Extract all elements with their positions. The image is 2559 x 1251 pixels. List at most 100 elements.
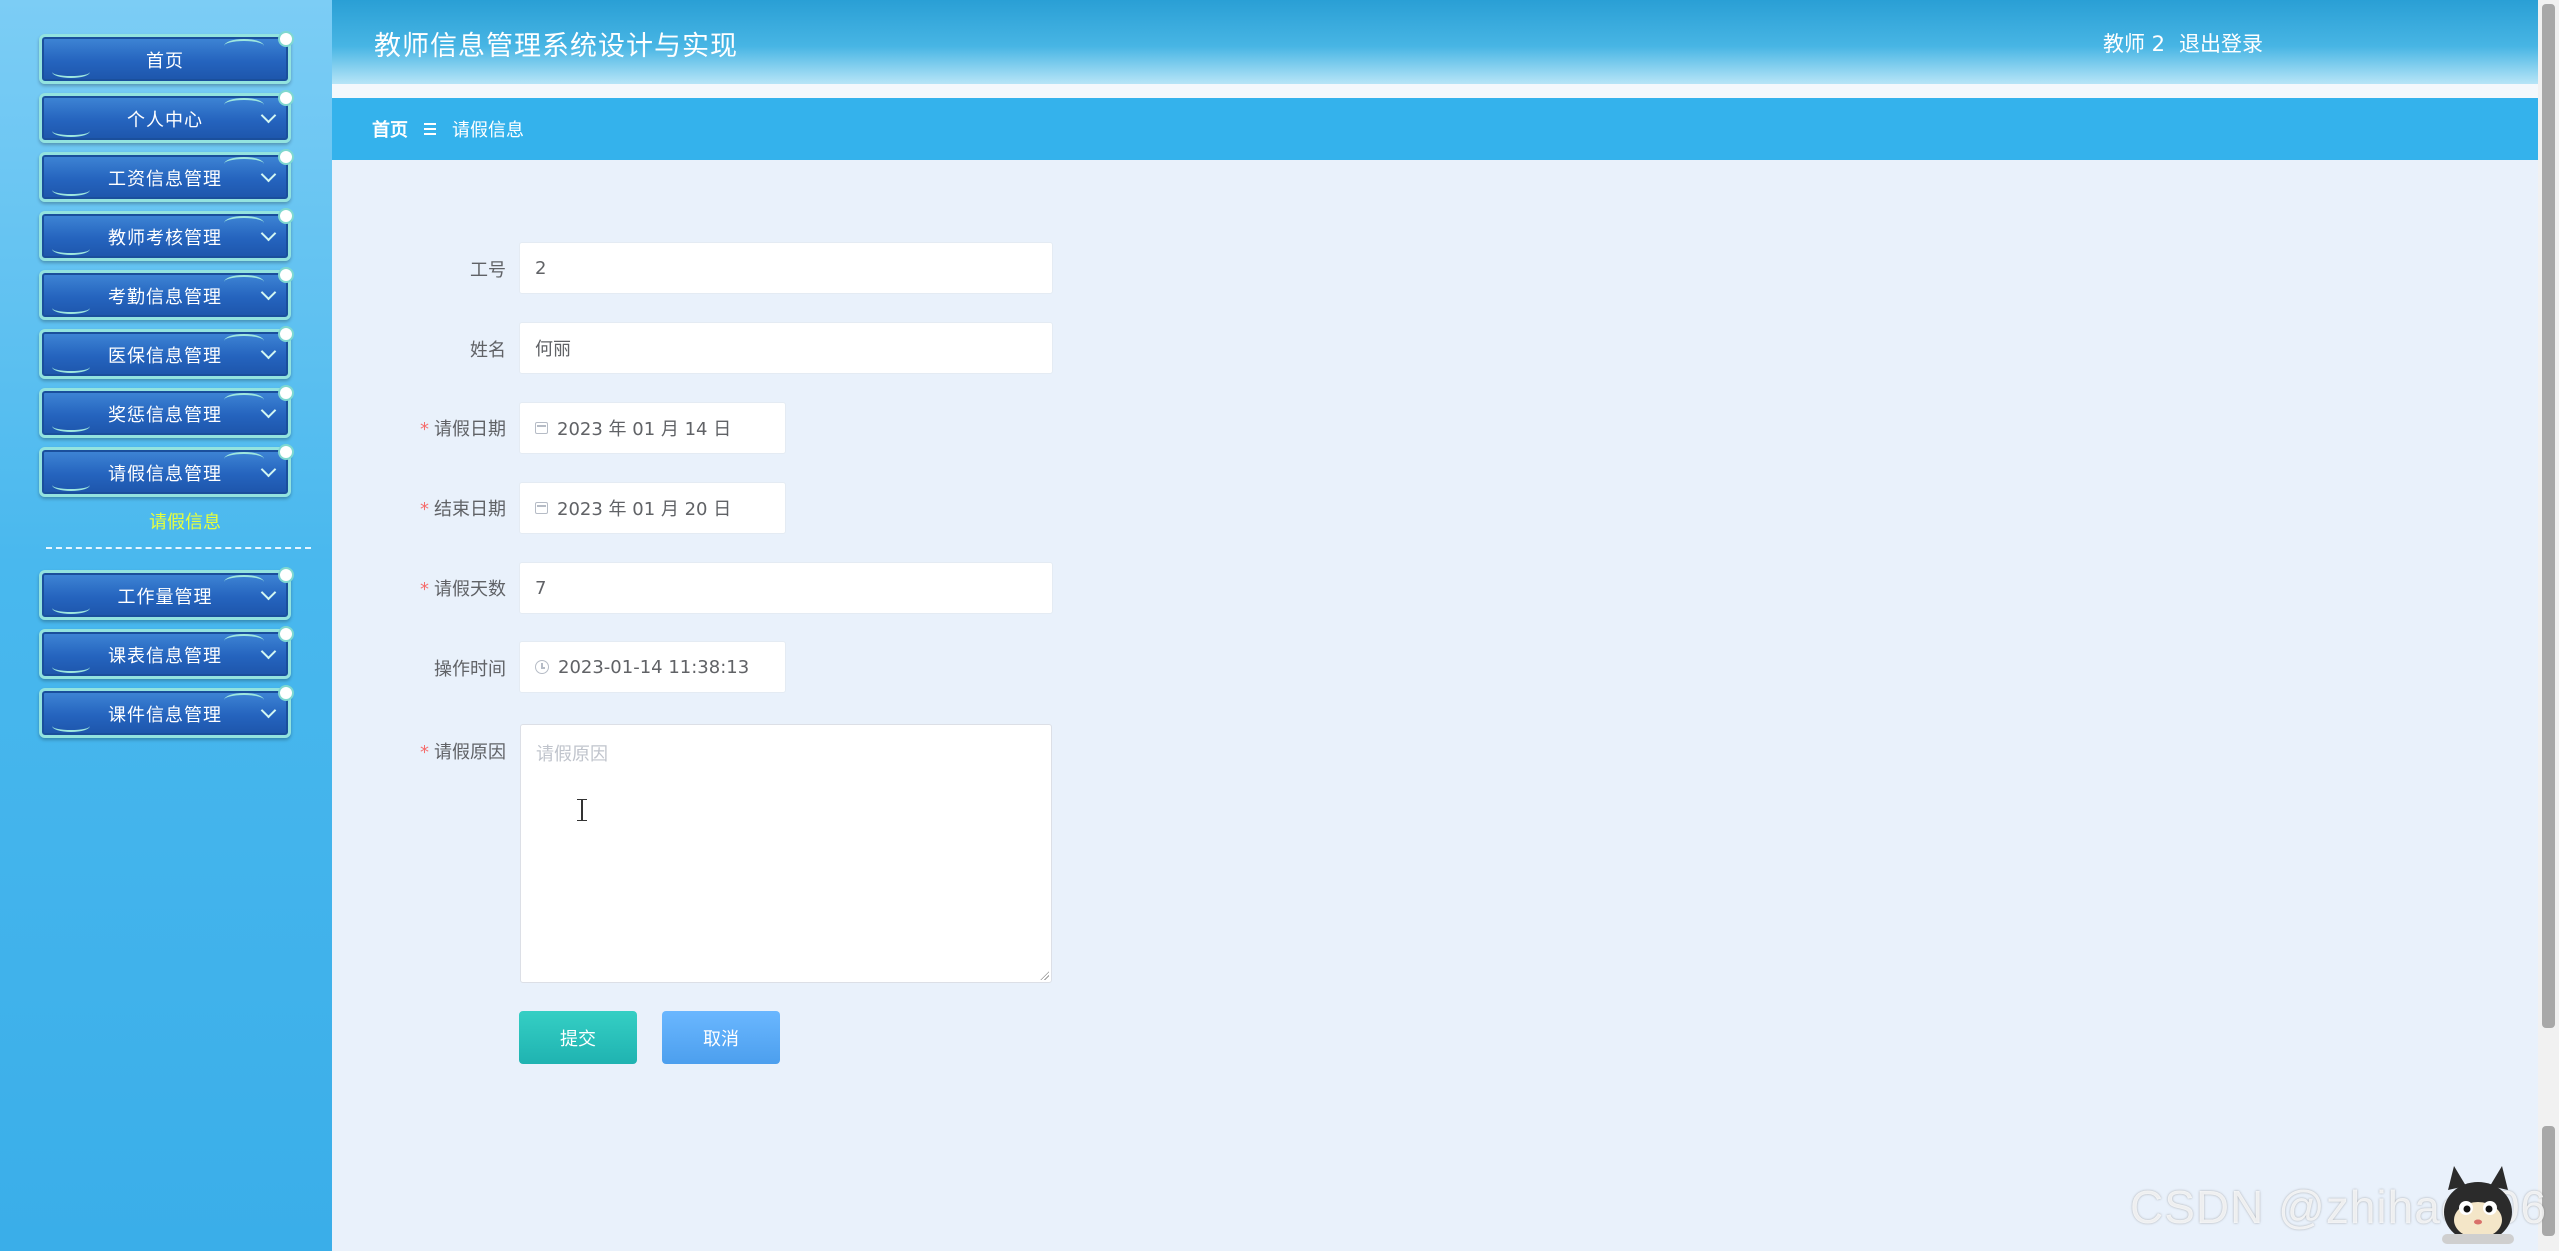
app-title: 教师信息管理系统设计与实现 [374, 31, 738, 62]
sidebar-item-schedule[interactable]: 课表信息管理 [39, 626, 294, 679]
breadcrumb-home[interactable]: 首页 [372, 116, 408, 142]
cancel-button[interactable]: 取消 [662, 1011, 780, 1064]
sidebar-item-label: 医保信息管理 [108, 346, 222, 367]
sidebar-item-label: 工作量管理 [117, 587, 213, 608]
ornament [224, 157, 264, 171]
ornament [52, 420, 90, 432]
ornament [224, 39, 264, 53]
ornament [52, 243, 90, 255]
sidebar-item-home[interactable]: 首页 [39, 31, 294, 84]
ornament [52, 125, 90, 137]
sidebar-item-attendance[interactable]: 考勤信息管理 [39, 267, 294, 320]
ornament [52, 661, 90, 673]
ornament [278, 567, 294, 583]
ornament [278, 685, 294, 701]
job-no-label: 工号 [326, 256, 506, 282]
ornament [224, 334, 264, 348]
ornament [52, 602, 90, 614]
sidebar-item-label: 首页 [146, 51, 184, 72]
logout-link[interactable]: 退出登录 [2179, 28, 2263, 58]
ornament [224, 393, 264, 407]
ornament [52, 720, 90, 732]
sidebar-item-label: 工资信息管理 [108, 169, 222, 190]
ornament [52, 361, 90, 373]
days-field[interactable]: 7 [519, 562, 1053, 614]
field-value: 7 [535, 577, 547, 599]
label-text: 请假天数 [434, 579, 506, 600]
ornament [278, 626, 294, 642]
reason-textarea[interactable]: 请假原因 [520, 724, 1052, 983]
sidebar-item-leave[interactable]: 请假信息管理 [39, 444, 294, 497]
sidebar: 首页 个人中心 工资信息管理 教师考核管理 考勤信息管理 医保信息管理 奖惩信息… [0, 0, 332, 1251]
sidebar-subitem-leave-info[interactable]: 请假信息 [0, 508, 370, 534]
sidebar-item-personal-center[interactable]: 个人中心 [39, 90, 294, 143]
ornament [224, 98, 264, 112]
end-date-label: * 结束日期 [326, 495, 506, 521]
required-mark: * [420, 499, 429, 520]
sidebar-item-insurance[interactable]: 医保信息管理 [39, 326, 294, 379]
calendar-icon [535, 422, 548, 434]
field-value: 何丽 [535, 339, 571, 360]
label-text: 请假日期 [434, 419, 506, 440]
sidebar-item-label: 请假信息管理 [108, 464, 222, 485]
submit-button[interactable]: 提交 [519, 1011, 637, 1064]
scrollbar-thumb[interactable] [2542, 4, 2555, 1028]
ornament [224, 575, 264, 589]
field-value: 2 [535, 257, 547, 279]
op-time-picker[interactable]: 2023-01-14 11:38:13 [519, 641, 786, 693]
text-cursor-icon [577, 799, 587, 821]
field-value: 2023 年 01 月 20 日 [557, 499, 732, 520]
ornament [278, 326, 294, 342]
mascot-icon [2442, 1166, 2514, 1244]
label-text: 结束日期 [434, 499, 506, 520]
ornament [278, 444, 294, 460]
label-text: 姓名 [470, 340, 506, 361]
sidebar-item-label: 课表信息管理 [108, 646, 222, 667]
ornament [52, 184, 90, 196]
breadcrumb: 首页 请假信息 [332, 98, 2538, 160]
sidebar-item-label: 奖惩信息管理 [108, 405, 222, 426]
sidebar-item-salary[interactable]: 工资信息管理 [39, 149, 294, 202]
sidebar-item-label: 考勤信息管理 [108, 287, 222, 308]
header-divider [332, 84, 2538, 98]
ornament [278, 267, 294, 283]
sidebar-item-rewards[interactable]: 奖惩信息管理 [39, 385, 294, 438]
ornament [52, 66, 90, 78]
scrollbar[interactable] [2538, 0, 2559, 1251]
label-text: 操作时间 [434, 659, 506, 680]
ornament [278, 208, 294, 224]
required-mark: * [420, 742, 429, 763]
app-header: 教师信息管理系统设计与实现 教师 2 退出登录 [332, 0, 2538, 84]
name-field[interactable]: 何丽 [519, 322, 1053, 374]
required-mark: * [420, 419, 429, 440]
current-user: 教师 2 [2102, 32, 2165, 56]
sidebar-item-label: 教师考核管理 [108, 228, 222, 249]
divider [46, 547, 311, 549]
sidebar-item-workload[interactable]: 工作量管理 [39, 567, 294, 620]
field-value: 2023 年 01 月 14 日 [557, 419, 732, 440]
job-no-field[interactable]: 2 [519, 242, 1053, 294]
ornament [52, 302, 90, 314]
resize-handle-icon[interactable] [1040, 971, 1049, 980]
leave-date-label: * 请假日期 [326, 415, 506, 441]
calendar-icon [535, 502, 548, 514]
ornament [224, 634, 264, 648]
breadcrumb-current: 请假信息 [452, 120, 524, 141]
sidebar-item-label: 个人中心 [127, 110, 203, 131]
ornament [224, 452, 264, 466]
sidebar-item-assessment[interactable]: 教师考核管理 [39, 208, 294, 261]
sidebar-item-courseware[interactable]: 课件信息管理 [39, 685, 294, 738]
label-text: 工号 [470, 260, 506, 281]
sidebar-item-label: 课件信息管理 [108, 705, 222, 726]
leave-date-picker[interactable]: 2023 年 01 月 14 日 [519, 402, 786, 454]
ornament [224, 216, 264, 230]
end-date-picker[interactable]: 2023 年 01 月 20 日 [519, 482, 786, 534]
ornament [278, 385, 294, 401]
menu-icon [424, 123, 436, 135]
required-mark: * [420, 579, 429, 600]
clock-icon [535, 660, 549, 674]
reason-label: * 请假原因 [326, 738, 506, 764]
user-area: 教师 2 退出登录 [2103, 28, 2263, 58]
ornament [52, 479, 90, 491]
ornament [224, 275, 264, 289]
